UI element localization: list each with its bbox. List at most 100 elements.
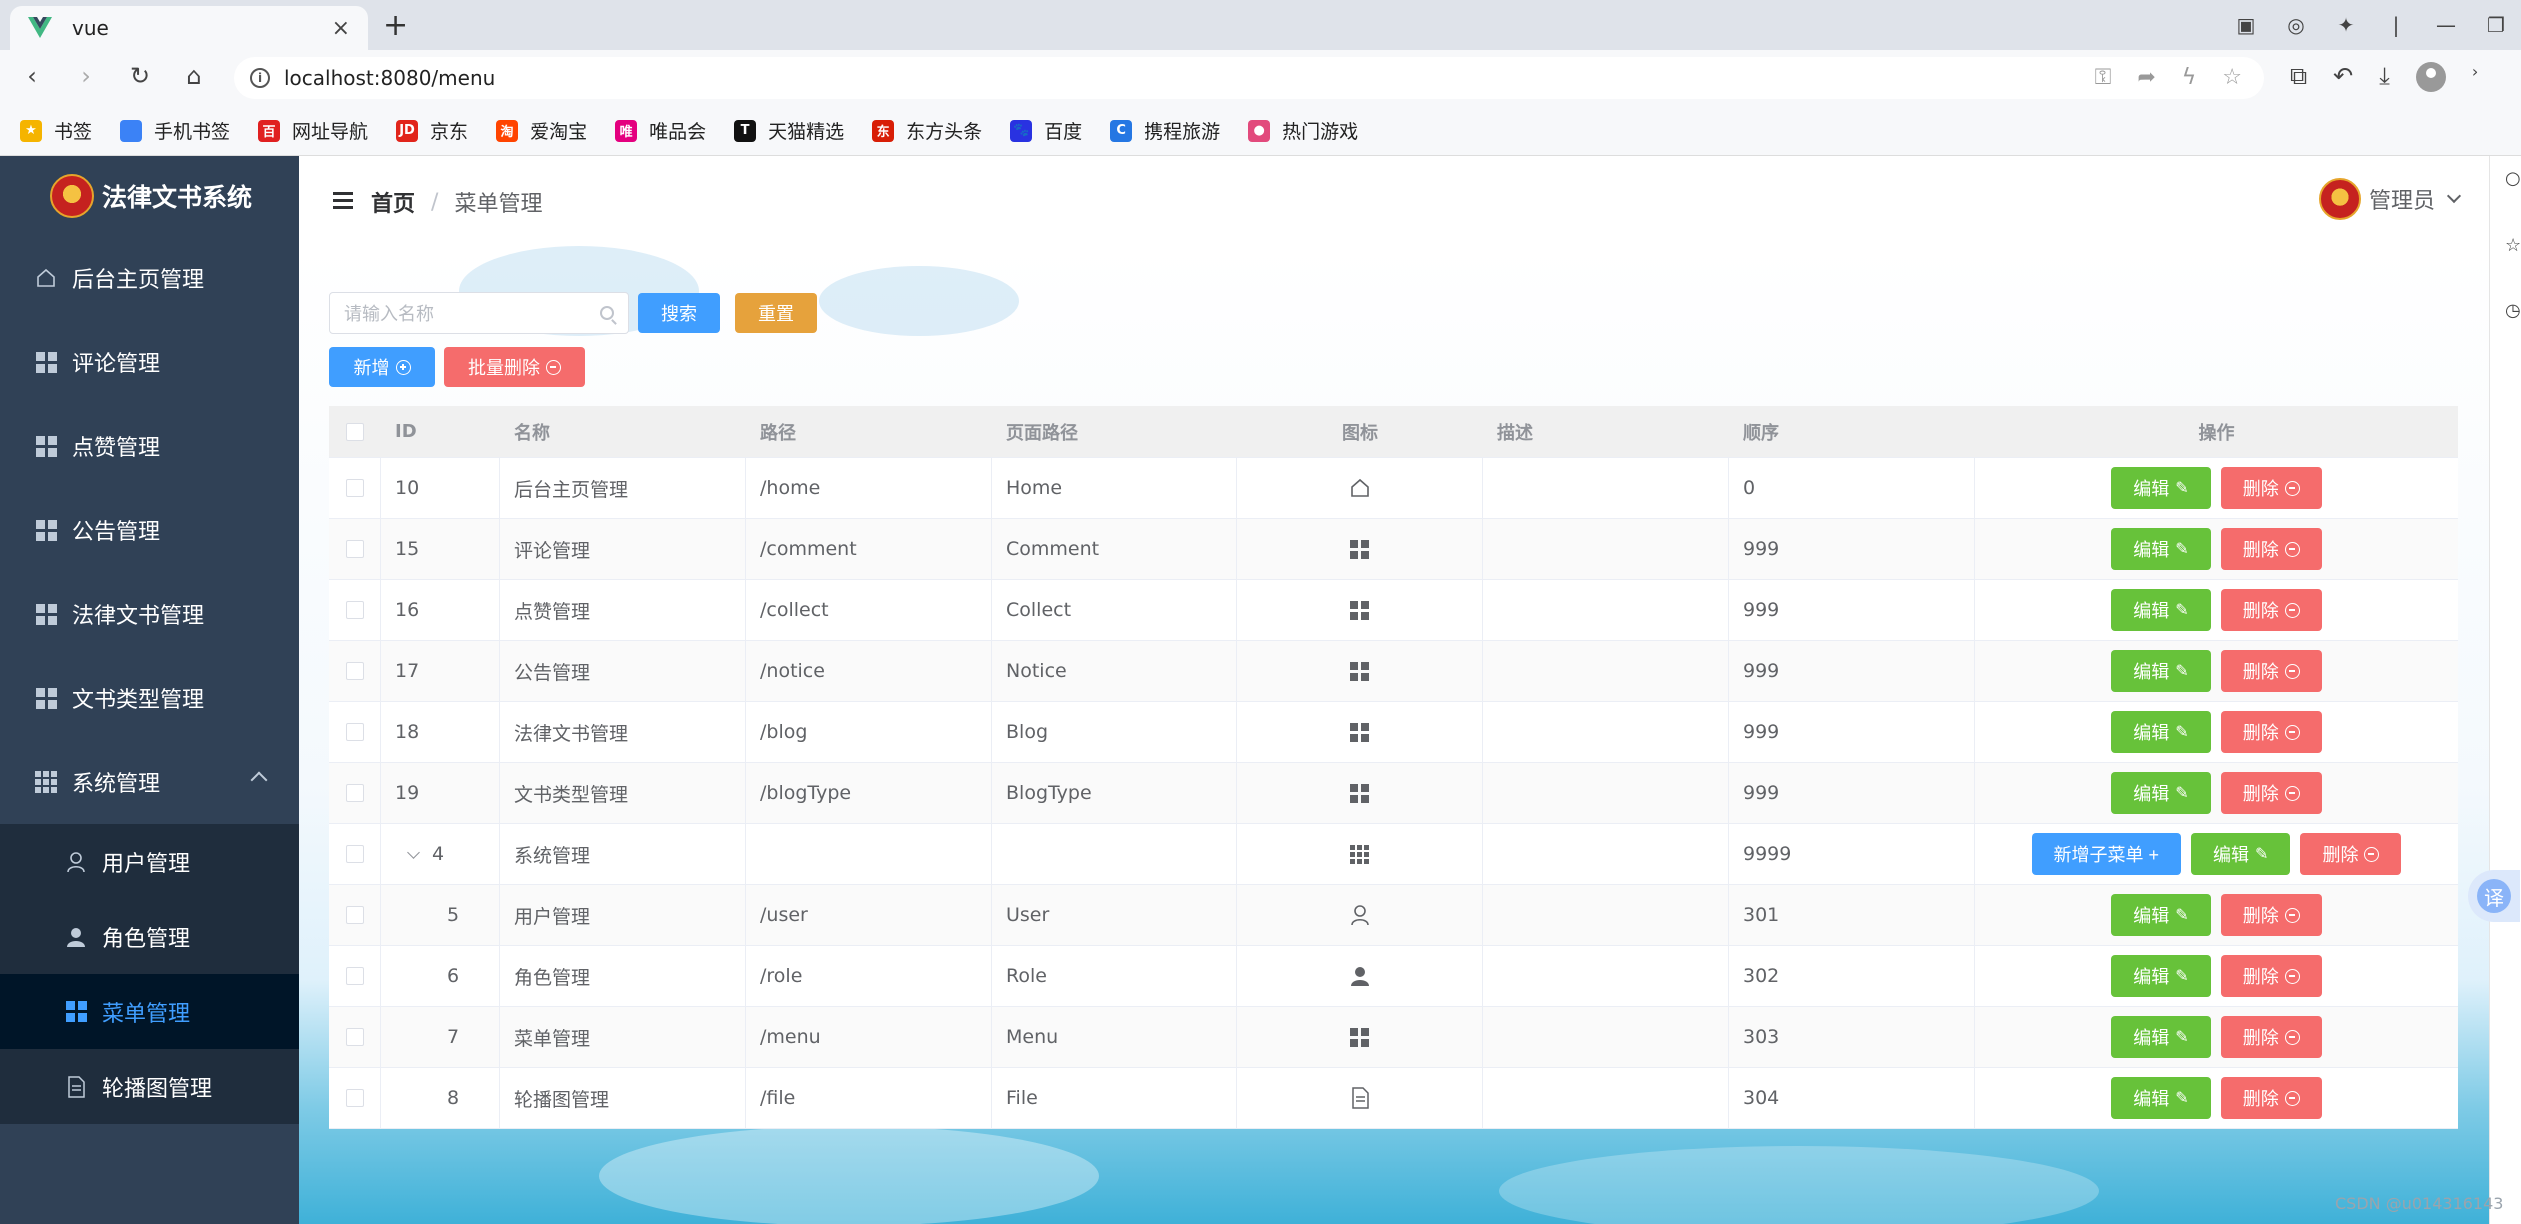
delete-button[interactable]: 删除	[2220, 589, 2322, 631]
sidebar-item-user[interactable]: 用户管理	[0, 824, 299, 899]
row-checkbox[interactable]	[345, 662, 364, 680]
edit-button[interactable]: 编辑 ✎	[2111, 1016, 2211, 1058]
menu-toggle-icon[interactable]	[333, 192, 353, 210]
sidebar-item-collect[interactable]: 点赞管理	[0, 404, 299, 488]
edit-button[interactable]: 编辑 ✎	[2111, 467, 2211, 509]
cell-icon	[1237, 519, 1483, 579]
reload-icon[interactable]: ↻	[124, 62, 156, 90]
translate-button[interactable]: 译	[2468, 870, 2520, 922]
edit-button[interactable]: 编辑 ✎	[2111, 894, 2211, 936]
extensions-icon[interactable]: ⧉	[2290, 62, 2307, 92]
bookmark-item[interactable]: 百网址导航	[258, 117, 368, 144]
extension-icon[interactable]: ✦	[2321, 13, 2371, 37]
sidebar-item-blog[interactable]: 法律文书管理	[0, 572, 299, 656]
bookmark-item[interactable]: C 携程旅游	[1110, 117, 1220, 144]
tab-close-icon[interactable]: ×	[332, 16, 350, 41]
sidebar-item-home[interactable]: 后台主页管理	[0, 236, 299, 320]
delete-button[interactable]: 删除	[2220, 711, 2322, 753]
forward-icon[interactable]: ›	[70, 62, 102, 90]
home-nav-icon[interactable]: ⌂	[178, 62, 210, 90]
row-checkbox[interactable]	[345, 540, 364, 558]
chevron-down-icon	[2446, 188, 2462, 204]
search-input[interactable]: 请输入名称	[329, 292, 629, 334]
delete-button[interactable]: 删除	[2220, 1016, 2322, 1058]
sidebar-item-menu[interactable]: 菜单管理	[0, 974, 299, 1049]
edit-button[interactable]: 编辑 ✎	[2111, 589, 2211, 631]
url-input[interactable]: i localhost:8080/menu ⚿ ➦ ϟ ☆	[234, 57, 2264, 99]
incognito-icon[interactable]: ◎	[2271, 13, 2321, 37]
bookmark-item[interactable]: ● 热门游戏	[1248, 117, 1358, 144]
bookmark-item[interactable]: 手机书签	[120, 117, 230, 144]
delete-button[interactable]: 删除	[2300, 833, 2402, 875]
row-checkbox[interactable]	[345, 1028, 364, 1046]
bookmark-item[interactable]: 🐾 百度	[1010, 117, 1082, 144]
back-icon[interactable]: ‹	[16, 62, 48, 90]
share-icon[interactable]: ➦	[2137, 65, 2155, 90]
row-checkbox[interactable]	[345, 784, 364, 802]
star-bookmark-icon[interactable]: ☆	[2222, 65, 2242, 90]
table-row: 6 角色管理/role Role 302 编辑 ✎ 删除	[329, 946, 2458, 1007]
cell-path: /collect	[746, 580, 992, 640]
edit-button[interactable]: 编辑 ✎	[2191, 833, 2291, 875]
side-panel-search-icon[interactable]: ○	[2505, 168, 2521, 189]
delete-button[interactable]: 删除	[2220, 528, 2322, 570]
bookmark-item[interactable]: 唯唯品会	[615, 117, 706, 144]
select-all-checkbox[interactable]	[346, 422, 364, 441]
bookmark-item[interactable]: ★ 书签	[20, 117, 92, 144]
delete-button[interactable]: 删除	[2220, 1077, 2322, 1119]
sidebar-item-file[interactable]: 轮播图管理	[0, 1049, 299, 1124]
row-checkbox[interactable]	[345, 479, 364, 497]
edit-button[interactable]: 编辑 ✎	[2111, 711, 2211, 753]
minimize-icon[interactable]: —	[2421, 13, 2471, 37]
delete-button[interactable]: 删除	[2220, 955, 2322, 997]
lightning-icon[interactable]: ϟ	[2182, 65, 2197, 90]
row-checkbox[interactable]	[345, 1089, 364, 1107]
site-info-icon[interactable]: i	[250, 68, 270, 88]
add-button[interactable]: 新增	[329, 347, 435, 387]
delete-button[interactable]: 删除	[2220, 894, 2322, 936]
undo-icon[interactable]: ↶	[2333, 62, 2353, 92]
edit-button[interactable]: 编辑 ✎	[2111, 1077, 2211, 1119]
row-checkbox[interactable]	[345, 967, 364, 985]
key-icon[interactable]: ⚿	[2095, 65, 2112, 90]
browser-tab[interactable]: vue ×	[10, 6, 368, 50]
sidebar-item-system[interactable]: 系统管理	[0, 740, 299, 824]
row-checkbox[interactable]	[345, 601, 364, 619]
edit-button[interactable]: 编辑 ✎	[2111, 772, 2211, 814]
reset-button[interactable]: 重置	[735, 293, 817, 333]
profile-avatar[interactable]	[2415, 62, 2446, 92]
new-tab-button[interactable]: +	[383, 8, 408, 43]
more-icon[interactable]: ›	[2472, 62, 2478, 92]
edit-button[interactable]: 编辑 ✎	[2111, 650, 2211, 692]
edit-button[interactable]: 编辑 ✎	[2111, 955, 2211, 997]
user-dropdown[interactable]: 管理员	[2318, 178, 2462, 220]
expand-arrow-icon[interactable]	[407, 845, 420, 859]
search-button[interactable]: 搜索	[638, 293, 720, 333]
batch-delete-button[interactable]: 批量删除	[444, 347, 585, 387]
delete-button[interactable]: 删除	[2220, 467, 2322, 509]
bookmark-item[interactable]: T 天猫精选	[734, 117, 844, 144]
breadcrumb-separator: /	[431, 189, 439, 215]
download-icon[interactable]: ⤓	[2379, 62, 2390, 92]
add-child-button[interactable]: 新增子菜单 +	[2031, 833, 2182, 875]
row-checkbox[interactable]	[345, 845, 364, 863]
side-panel-star-icon[interactable]: ☆	[2505, 235, 2521, 256]
cell-icon	[1237, 946, 1483, 1006]
edit-button[interactable]: 编辑 ✎	[2111, 528, 2211, 570]
row-checkbox[interactable]	[345, 723, 364, 741]
sidebar-item-comment[interactable]: 评论管理	[0, 320, 299, 404]
bookmark-item[interactable]: 淘爱淘宝	[496, 117, 587, 144]
workspace-icon[interactable]: ▣	[2221, 13, 2271, 37]
bookmark-item[interactable]: 东东方头条	[872, 117, 982, 144]
bookmark-item[interactable]: JD 京东	[396, 117, 468, 144]
maximize-icon[interactable]: ❐	[2471, 13, 2521, 37]
delete-button[interactable]: 删除	[2220, 772, 2322, 814]
sidebar-item-blogtype[interactable]: 文书类型管理	[0, 656, 299, 740]
side-panel-clock-icon[interactable]: ◷	[2505, 300, 2521, 321]
breadcrumb-home[interactable]: 首页	[371, 186, 415, 218]
delete-button[interactable]: 删除	[2220, 650, 2322, 692]
sidebar-item-notice[interactable]: 公告管理	[0, 488, 299, 572]
row-checkbox[interactable]	[345, 906, 364, 924]
sidebar-item-role[interactable]: 角色管理	[0, 899, 299, 974]
address-bar: ‹ › ↻ ⌂ i localhost:8080/menu ⚿ ➦ ϟ ☆ ⧉ …	[0, 50, 2521, 106]
